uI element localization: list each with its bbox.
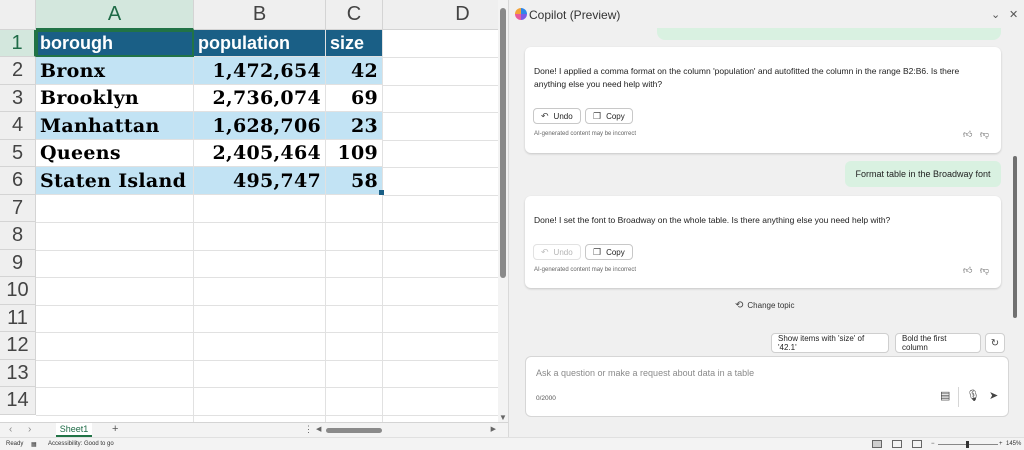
scroll-left-arrow-icon[interactable]: ◀	[316, 425, 321, 433]
normal-view-icon[interactable]	[872, 440, 882, 448]
ai-disclaimer: AI-generated content may be incorrect	[534, 267, 637, 273]
thumbs-up-icon[interactable]: 👍︎	[963, 129, 972, 140]
prev-sheet-icon[interactable]: ‹	[9, 424, 12, 435]
column-header-a[interactable]: A	[36, 0, 194, 30]
thumbs-down-icon[interactable]: 👎︎	[980, 265, 989, 276]
zoom-level[interactable]: 145%	[1006, 441, 1021, 447]
row-header-1[interactable]: 1	[0, 30, 36, 57]
pane-options-chevron-icon[interactable]: ⌄	[991, 8, 1000, 21]
refresh-suggestions-icon[interactable]: ↻	[985, 333, 1005, 353]
row-header-12[interactable]: 12	[0, 332, 36, 360]
status-bar: Ready ▦ Accessibility: Good to go − + 14…	[0, 437, 1024, 450]
vertical-scroll-thumb[interactable]	[500, 8, 506, 278]
copilot-logo-icon	[515, 8, 527, 20]
ai-disclaimer: AI-generated content may be incorrect	[534, 131, 637, 137]
copilot-pane: Copilot (Preview) ⌄ ✕ Done! I applied a …	[508, 0, 1024, 437]
scroll-down-arrow-icon[interactable]: ▼	[499, 413, 507, 422]
previous-user-message	[657, 28, 1001, 40]
close-pane-icon[interactable]: ✕	[1009, 8, 1018, 21]
row-header-14[interactable]: 14	[0, 387, 36, 415]
zoom-in-button[interactable]: +	[999, 441, 1003, 447]
grid-lines	[36, 30, 498, 422]
copy-button[interactable]: ❐ Copy	[585, 108, 633, 124]
chat-input-placeholder[interactable]: Ask a question or make a request about d…	[536, 368, 754, 378]
row-header-10[interactable]: 10	[0, 277, 36, 305]
page-layout-view-icon[interactable]	[892, 440, 902, 448]
assistant-message-2: Done! I set the font to Broadway on the …	[525, 196, 1001, 288]
zoom-slider-handle[interactable]	[966, 441, 969, 448]
scroll-right-arrow-icon[interactable]: ▶	[491, 425, 496, 433]
thumbs-up-icon[interactable]: 👍︎	[963, 265, 972, 276]
sheet-tab-bar: ‹ › Sheet1 + ⋮ ◀ ▶	[0, 422, 508, 437]
chat-scrollbar-thumb[interactable]	[1013, 156, 1017, 318]
row-header-8[interactable]: 8	[0, 222, 36, 250]
accessibility-status[interactable]: Accessibility: Good to go	[48, 441, 114, 447]
suggestion-chip-1[interactable]: Show items with 'size' of '42.1'	[771, 333, 889, 353]
row-header-6[interactable]: 6	[0, 167, 36, 195]
add-sheet-button[interactable]: +	[112, 423, 118, 435]
horizontal-scroll-thumb[interactable]	[326, 428, 382, 433]
page-break-preview-icon[interactable]	[912, 440, 922, 448]
copy-icon: ❐	[593, 110, 602, 121]
change-topic-label: Change topic	[747, 301, 795, 310]
row-header-4[interactable]: 4	[0, 112, 36, 140]
thumbs-down-icon[interactable]: 👎︎	[980, 129, 989, 140]
copy-label: Copy	[606, 247, 625, 257]
undo-icon: ↶	[541, 110, 549, 121]
undo-button-disabled: ↶ Undo	[533, 244, 581, 260]
undo-button[interactable]: ↶ Undo	[533, 108, 581, 124]
undo-icon: ↶	[541, 246, 549, 257]
row-header-13[interactable]: 13	[0, 360, 36, 387]
row-header-11[interactable]: 11	[0, 305, 36, 332]
column-header-d[interactable]: D	[383, 0, 508, 30]
zoom-out-button[interactable]: −	[931, 441, 935, 447]
user-message: Format table in the Broadway font	[845, 161, 1001, 187]
row-header-5[interactable]: 5	[0, 140, 36, 167]
undo-label: Undo	[553, 247, 573, 257]
undo-label: Undo	[553, 111, 573, 121]
change-topic-button[interactable]: ⟲ Change topic	[735, 300, 795, 311]
next-sheet-icon[interactable]: ›	[28, 424, 31, 435]
copilot-title: Copilot (Preview)	[529, 8, 621, 22]
column-header-c[interactable]: C	[326, 0, 383, 30]
assistant-message-1: Done! I applied a comma format on the co…	[525, 47, 1001, 153]
spreadsheet-grid: A B C D 1 2 3 4 5 6 7 8 9 10 11 12 13 14…	[0, 0, 508, 437]
chat-input-box[interactable]: Ask a question or make a request about d…	[525, 356, 1009, 417]
suggestion-chip-2[interactable]: Bold the first column	[895, 333, 981, 353]
row-header-3[interactable]: 3	[0, 85, 36, 112]
vertical-scrollbar[interactable]: ▼	[498, 0, 508, 422]
select-all-corner[interactable]	[0, 0, 36, 30]
toolbar-divider	[958, 387, 959, 407]
copy-icon: ❐	[593, 246, 602, 257]
row-header-7[interactable]: 7	[0, 195, 36, 222]
microphone-icon[interactable]: 🎙︎	[966, 389, 980, 402]
more-options-icon[interactable]: ⋮	[304, 424, 313, 435]
character-count: 0/2000	[536, 395, 556, 402]
assistant-message-text: Done! I set the font to Broadway on the …	[534, 215, 891, 225]
copy-button[interactable]: ❐ Copy	[585, 244, 633, 260]
table-resize-handle[interactable]	[379, 190, 384, 195]
macro-recording-icon[interactable]: ▦	[31, 441, 37, 448]
prompt-guide-icon[interactable]: ▤	[940, 389, 950, 402]
status-ready: Ready	[6, 441, 24, 447]
horizontal-scrollbar[interactable]: ◀ ▶	[316, 426, 496, 435]
row-header-2[interactable]: 2	[0, 57, 36, 85]
sheet-tab-sheet1[interactable]: Sheet1	[56, 423, 92, 437]
assistant-message-text: Done! I applied a comma format on the co…	[534, 66, 960, 89]
copy-label: Copy	[606, 111, 625, 121]
row-header-9[interactable]: 9	[0, 250, 36, 277]
new-chat-icon: ⟲	[735, 300, 744, 311]
column-header-b[interactable]: B	[194, 0, 326, 30]
send-icon[interactable]: ➤	[989, 389, 998, 402]
